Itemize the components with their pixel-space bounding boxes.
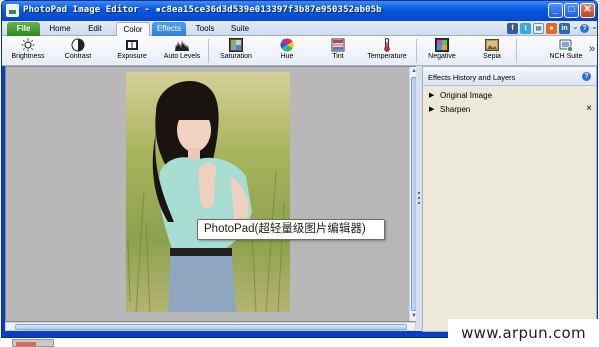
minimize-button[interactable]: _: [548, 3, 563, 18]
help-dropdown-icon[interactable]: ⌄: [591, 22, 597, 31]
contrast-label: Contrast: [64, 53, 92, 60]
ribbon-tab-row: File Home Edit Color Effects Tools Suite…: [2, 21, 597, 36]
toolbar-separator: [208, 39, 209, 63]
expand-triangle-icon[interactable]: ▶: [429, 105, 434, 113]
layer-name: Sharpen: [440, 105, 471, 114]
tab-tools[interactable]: Tools: [192, 22, 218, 36]
toolbar-separator: [516, 39, 517, 63]
help-icon[interactable]: ?: [580, 24, 589, 33]
layer-item-sharpen[interactable]: ▶ Sharpen ×: [423, 103, 596, 116]
photopad-app-icon[interactable]: [6, 4, 19, 17]
layer-item-original-image[interactable]: ▶ Original Image: [423, 89, 596, 102]
brightness-label: Brightness: [11, 53, 45, 60]
nch-suite-icon: [559, 38, 573, 52]
toolbar-separator: [416, 39, 417, 63]
close-button[interactable]: ✕: [580, 3, 595, 18]
temperature-icon: [380, 38, 394, 52]
app-tooltip: PhotoPad(超轻量级图片编辑器): [197, 219, 385, 240]
splitter-grip-dot: [418, 192, 420, 194]
negative-button[interactable]: Negative: [424, 37, 460, 65]
image-canvas[interactable]: ▲ ▼: [5, 66, 417, 322]
contrast-button[interactable]: Contrast: [60, 37, 96, 65]
tint-icon: [331, 38, 345, 52]
saturation-label: Saturation: [220, 53, 252, 60]
brightness-icon: [21, 38, 35, 52]
panel-header: Effects History and Layers ?: [423, 67, 596, 86]
saturation-button[interactable]: Saturation: [216, 37, 256, 65]
chevron-down-icon[interactable]: ⌄: [572, 22, 579, 31]
tab-file[interactable]: File: [7, 22, 40, 36]
ribbon-toolbar: Brightness Contrast Exposure Auto Levels: [2, 36, 597, 66]
tab-color[interactable]: Color: [116, 22, 150, 36]
negative-label: Negative: [428, 53, 456, 60]
sepia-icon: [485, 38, 499, 52]
hue-icon: [280, 38, 294, 52]
title-bar[interactable]: PhotoPad Image Editor - ▪c8ea15ce36d3d53…: [2, 1, 597, 21]
exposure-label: Exposure: [117, 53, 147, 60]
tint-label: Tint: [332, 53, 344, 60]
linkedin-icon[interactable]: in: [559, 23, 570, 34]
window-title: PhotoPad Image Editor - ▪c8ea15ce36d3d53…: [23, 5, 382, 15]
panel-help-icon[interactable]: ?: [582, 72, 591, 81]
exposure-icon: [125, 38, 139, 52]
facebook-icon[interactable]: f: [507, 23, 518, 34]
tab-home[interactable]: Home: [46, 22, 74, 36]
auto-levels-button[interactable]: Auto Levels: [162, 37, 202, 65]
nch-suite-button[interactable]: NCH Suite: [546, 37, 586, 65]
expand-triangle-icon[interactable]: ▶: [429, 91, 434, 99]
negative-icon: [435, 38, 449, 52]
horizontal-scrollbar[interactable]: [5, 322, 416, 331]
panel-title: Effects History and Layers: [428, 73, 516, 82]
remove-effect-icon[interactable]: ×: [586, 103, 592, 114]
saturation-icon: [229, 38, 243, 52]
splitter-grip-dot: [418, 202, 420, 204]
splitter-grip-dot: [418, 197, 420, 199]
brightness-button[interactable]: Brightness: [8, 37, 48, 65]
temperature-label: Temperature: [367, 53, 407, 60]
horizontal-scroll-thumb[interactable]: [15, 324, 407, 330]
hue-label: Hue: [280, 53, 294, 60]
edited-photo: [126, 72, 290, 312]
sepia-label: Sepia: [483, 53, 501, 60]
tab-effects[interactable]: Effects: [152, 22, 186, 36]
contrast-icon: [71, 38, 85, 52]
tint-button[interactable]: Tint: [324, 37, 352, 65]
effects-history-panel: Effects History and Layers ? ▶ Original …: [422, 66, 597, 332]
twitter-icon[interactable]: t: [520, 23, 531, 34]
taskbar-thumbnail[interactable]: [12, 339, 54, 347]
sepia-button[interactable]: Sepia: [476, 37, 508, 65]
tab-edit[interactable]: Edit: [82, 22, 108, 36]
auto-levels-label: Auto Levels: [163, 53, 201, 60]
temperature-button[interactable]: Temperature: [366, 37, 408, 65]
watermark: www.arpun.com: [448, 319, 599, 347]
exposure-button[interactable]: Exposure: [112, 37, 152, 65]
nch-icon[interactable]: ●: [546, 23, 557, 34]
maximize-button[interactable]: □: [564, 3, 579, 18]
toolbar-overflow-icon[interactable]: »: [589, 43, 595, 55]
hue-button[interactable]: Hue: [272, 37, 302, 65]
email-icon[interactable]: ✉: [533, 23, 544, 34]
tab-suite[interactable]: Suite: [226, 22, 254, 36]
nch-suite-label: NCH Suite: [549, 53, 583, 60]
layer-name: Original Image: [440, 91, 493, 100]
auto-levels-icon: [175, 38, 189, 52]
